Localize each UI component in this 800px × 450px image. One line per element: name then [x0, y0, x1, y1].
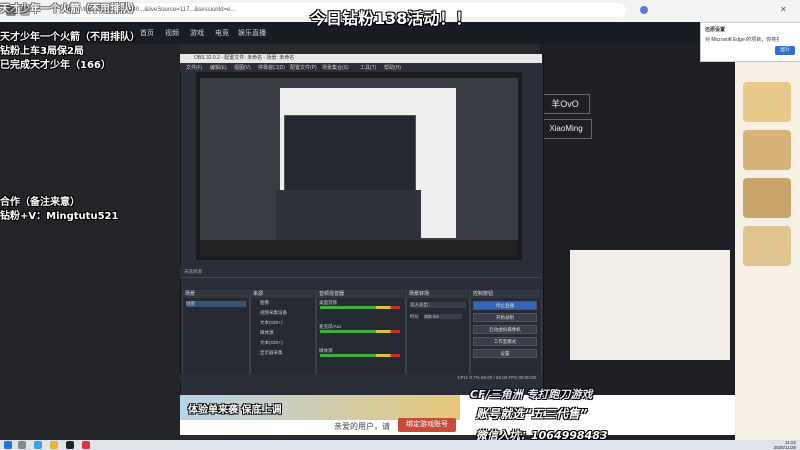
obs-title-text: OBS 32.0.2 - 配置文件: 未命名 - 场景: 未命名: [194, 55, 295, 61]
bind-game-account-button[interactable]: 绑定游戏账号: [398, 418, 456, 432]
page-left-area: [0, 44, 180, 440]
start-recording-button[interactable]: 开始录制: [473, 313, 537, 322]
source-item[interactable]: 文本(GDI+): [260, 340, 283, 346]
menu-profile[interactable]: 配置文件(P): [290, 64, 317, 71]
headline-overlay: 今日钻粉138活动！！: [310, 9, 472, 28]
overlay-collab: 合作（备注来意）: [0, 197, 80, 208]
windows-taskbar: [0, 440, 800, 450]
obs-menubar: 文件(F) 编辑(E) 视图(V) 停靠窗口(D) 配置文件(P) 场景集合(S…: [180, 63, 542, 71]
stream-overlay-cf: CF/三角洲 专打跑刀游戏: [470, 388, 593, 401]
transition-select[interactable]: 淡入淡出: [410, 302, 466, 308]
obs-statusbar: CPU: 0.7% 60.00 / 60.00 FPS 00:00:00: [180, 374, 542, 382]
profile-icon[interactable]: [640, 6, 648, 14]
popup-title: 还原设置: [705, 27, 726, 33]
duration-input[interactable]: 300 ms: [424, 314, 462, 319]
nested-bottom: [200, 240, 518, 256]
obs-titlebar: OBS 32.0.2 - 配置文件: 未命名 - 场景: 未命名: [180, 54, 542, 63]
scenes-dock-title: 场景: [182, 290, 248, 298]
source-item[interactable]: 媒体源: [260, 330, 274, 336]
gift-card[interactable]: [743, 130, 791, 170]
nav-games[interactable]: 游戏: [190, 28, 204, 38]
promo-banner[interactable]: 体验单来袭 保底上调: [180, 395, 460, 420]
popup-body: 对 Microsoft Edge 的项目，你将在打开应用...: [705, 37, 779, 43]
gift-card[interactable]: [743, 226, 791, 266]
close-icon[interactable]: ✕: [780, 6, 792, 14]
login-prompt: 亲爱的用户，请: [334, 422, 390, 431]
source-item[interactable]: 显示器采集: [260, 350, 283, 356]
obs-icon[interactable]: [66, 441, 74, 449]
overlay-line-3: 已完成天才少年（166）: [0, 60, 111, 71]
menu-docks[interactable]: 停靠窗口(D): [258, 64, 285, 71]
scene-item[interactable]: 场景: [186, 301, 246, 307]
stream-description: [570, 250, 730, 360]
gift-card[interactable]: [743, 178, 791, 218]
sources-dock-title: 来源: [250, 290, 314, 298]
overlay-line-2: 钻粉上车3局保2局: [0, 46, 84, 57]
edge-popup: 还原设置 对 Microsoft Edge 的项目，你将在打开应用...: [700, 22, 800, 62]
menu-scene-collection[interactable]: 场景集合(S): [322, 64, 349, 71]
popup-run-button[interactable]: 运行: [775, 46, 795, 55]
nav-video[interactable]: 视频: [165, 28, 179, 38]
search-icon[interactable]: [18, 441, 26, 449]
stream-overlay-account: 账号就选“五三代售”: [476, 407, 588, 421]
nav-home[interactable]: 首页: [140, 28, 154, 38]
explorer-icon[interactable]: [50, 441, 58, 449]
audio-meter: [320, 330, 400, 333]
source-item[interactable]: 文本(GDI+): [260, 320, 283, 326]
windows-start-icon[interactable]: [4, 441, 12, 449]
duration-label: 时长: [410, 314, 419, 319]
menu-tools[interactable]: 工具(T): [360, 64, 376, 71]
menu-view[interactable]: 视图(V): [234, 64, 251, 71]
overlay-line-1: 天才少年一个火箭（不用排队）: [0, 32, 140, 43]
nested-obs-preview: [284, 115, 416, 192]
audio-meter: [320, 354, 400, 357]
source-item[interactable]: 视频采集设备: [260, 310, 287, 316]
source-item[interactable]: 图像: [260, 300, 269, 306]
anchor-name-button-2[interactable]: XiaoMing: [540, 119, 592, 139]
virtual-camera-button[interactable]: 启动虚拟摄像机: [473, 325, 537, 334]
audio-meter: [320, 306, 400, 309]
nav-esports[interactable]: 电竞: [215, 28, 229, 38]
gift-card[interactable]: [743, 82, 791, 122]
right-gift-sidebar: [735, 22, 800, 440]
controls-dock-title: 控制按钮: [470, 290, 540, 298]
nav-entertainment[interactable]: 娱乐直播: [238, 28, 266, 38]
settings-button[interactable]: 设置: [473, 349, 537, 358]
edge-icon[interactable]: [34, 441, 42, 449]
overlay-faded-line: 天才少年一个火箭（不用排队）: [0, 4, 140, 15]
stop-streaming-button[interactable]: 停止直播: [473, 301, 537, 310]
mixer-dock-title: 音频混音器: [316, 290, 404, 298]
menu-edit[interactable]: 编辑(E): [210, 64, 227, 71]
taskbar-clock[interactable]: 11:02 2025/11/29: [760, 440, 796, 450]
overlay-wechat: 钻粉+V：Mingtutu521: [0, 211, 119, 222]
menu-file[interactable]: 文件(F): [186, 64, 202, 71]
app-icon[interactable]: [82, 441, 90, 449]
menu-help[interactable]: 帮助(H): [384, 64, 401, 71]
studio-mode-button[interactable]: 工作室模式: [473, 337, 537, 346]
obs-source-toolbar: 未选择源: [180, 267, 542, 278]
anchor-name-button[interactable]: 羊OvO: [540, 94, 590, 114]
transitions-dock-title: 场景转场: [406, 290, 468, 298]
no-source-label: 未选择源: [184, 269, 202, 274]
clock-date: 2025/11/29: [773, 445, 796, 450]
